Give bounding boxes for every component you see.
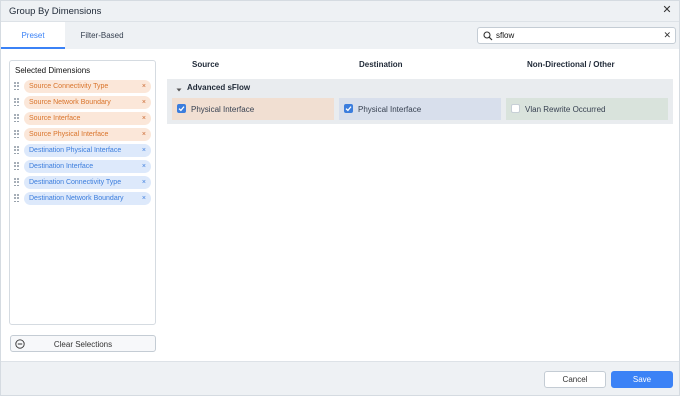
- remove-icon[interactable]: ×: [142, 160, 146, 173]
- drag-handle-icon[interactable]: [14, 130, 20, 140]
- search-box: ✕: [477, 27, 676, 44]
- remove-icon[interactable]: ×: [142, 112, 146, 125]
- close-icon[interactable]: ✕: [661, 4, 673, 16]
- remove-icon[interactable]: ×: [142, 96, 146, 109]
- selected-dimension-row: Source Interface ×: [14, 111, 154, 127]
- tab-preset[interactable]: Preset: [1, 22, 65, 49]
- tab-filter-based[interactable]: Filter-Based: [65, 22, 139, 49]
- dimension-chip[interactable]: Source Connectivity Type ×: [24, 80, 151, 93]
- dimension-chip-label: Destination Physical Interface: [29, 147, 122, 154]
- caret-down-icon: [176, 86, 182, 92]
- dimension-chip-label: Source Physical Interface: [29, 131, 109, 138]
- dimension-chip-label: Destination Interface: [29, 163, 94, 170]
- search-icon: [483, 31, 493, 41]
- dialog-titlebar: Group By Dimensions ✕: [1, 1, 679, 22]
- drag-handle-icon[interactable]: [14, 114, 20, 124]
- drag-handle-icon[interactable]: [14, 194, 20, 204]
- selected-dimension-row: Source Physical Interface ×: [14, 127, 154, 143]
- remove-icon[interactable]: ×: [142, 80, 146, 93]
- column-header-source: Source: [192, 60, 220, 69]
- remove-icon[interactable]: ×: [142, 144, 146, 157]
- dimension-chip[interactable]: Destination Connectivity Type ×: [24, 176, 151, 189]
- search-input[interactable]: [496, 29, 656, 42]
- option-destination-physical-interface[interactable]: Physical Interface: [339, 98, 501, 120]
- clear-selections-button[interactable]: Clear Selections: [10, 335, 156, 352]
- clear-selections-label: Clear Selections: [53, 340, 113, 349]
- selected-dimension-row: Destination Network Boundary ×: [14, 191, 154, 207]
- option-vlan-rewrite-occurred[interactable]: Vlan Rewrite Occurred: [506, 98, 668, 120]
- option-label: Physical Interface: [191, 105, 255, 114]
- dimension-chip-label: Destination Connectivity Type: [29, 179, 122, 186]
- clear-search-icon[interactable]: ✕: [663, 30, 671, 41]
- drag-handle-icon[interactable]: [14, 162, 20, 172]
- dimension-chip-label: Destination Network Boundary: [29, 195, 124, 202]
- remove-icon[interactable]: ×: [142, 128, 146, 141]
- drag-handle-icon[interactable]: [14, 178, 20, 188]
- checkbox-checked-icon[interactable]: [177, 104, 186, 113]
- option-source-physical-interface[interactable]: Physical Interface: [172, 98, 334, 120]
- section-title: Advanced sFlow: [187, 83, 251, 92]
- remove-icon[interactable]: ×: [142, 192, 146, 205]
- remove-icon[interactable]: ×: [142, 176, 146, 189]
- drag-handle-icon[interactable]: [14, 146, 20, 156]
- dimension-chip[interactable]: Destination Network Boundary ×: [24, 192, 151, 205]
- dialog-title: Group By Dimensions: [9, 6, 102, 17]
- tab-bar: Preset Filter-Based ✕: [1, 22, 679, 49]
- group-by-dimensions-dialog: Group By Dimensions ✕ Preset Filter-Base…: [0, 0, 680, 396]
- selected-dimensions-title: Selected Dimensions: [15, 66, 91, 75]
- dialog-footer: Cancel Save: [1, 361, 679, 395]
- dimension-chip-label: Source Interface: [29, 115, 81, 122]
- dimension-chip[interactable]: Destination Physical Interface ×: [24, 144, 151, 157]
- checkbox-unchecked-icon[interactable]: [511, 104, 520, 113]
- selected-dimension-row: Destination Connectivity Type ×: [14, 175, 154, 191]
- dimension-chip-label: Source Network Boundary: [29, 99, 111, 106]
- column-header-destination: Destination: [359, 60, 403, 69]
- selected-dimension-row: Source Connectivity Type ×: [14, 79, 154, 95]
- selected-dimensions-panel: Selected Dimensions Source Connectivity …: [9, 60, 156, 325]
- save-button[interactable]: Save: [611, 371, 673, 388]
- option-label: Physical Interface: [358, 105, 422, 114]
- dimension-chip[interactable]: Source Network Boundary ×: [24, 96, 151, 109]
- dimension-chip[interactable]: Source Physical Interface ×: [24, 128, 151, 141]
- dimension-chip[interactable]: Destination Interface ×: [24, 160, 151, 173]
- selected-dimensions-list: Source Connectivity Type × Source Network…: [14, 79, 154, 207]
- selected-dimension-row: Destination Interface ×: [14, 159, 154, 175]
- drag-handle-icon[interactable]: [14, 98, 20, 108]
- column-header-non-directional: Non-Directional / Other: [527, 60, 615, 69]
- cancel-button[interactable]: Cancel: [544, 371, 606, 388]
- checkbox-checked-icon[interactable]: [344, 104, 353, 113]
- option-label: Vlan Rewrite Occurred: [525, 105, 606, 114]
- dialog-content: Selected Dimensions Source Connectivity …: [1, 49, 679, 361]
- dimension-chip[interactable]: Source Interface ×: [24, 112, 151, 125]
- selected-dimension-row: Destination Physical Interface ×: [14, 143, 154, 159]
- drag-handle-icon[interactable]: [14, 82, 20, 92]
- selected-dimension-row: Source Network Boundary ×: [14, 95, 154, 111]
- dimension-chip-label: Source Connectivity Type: [29, 83, 109, 90]
